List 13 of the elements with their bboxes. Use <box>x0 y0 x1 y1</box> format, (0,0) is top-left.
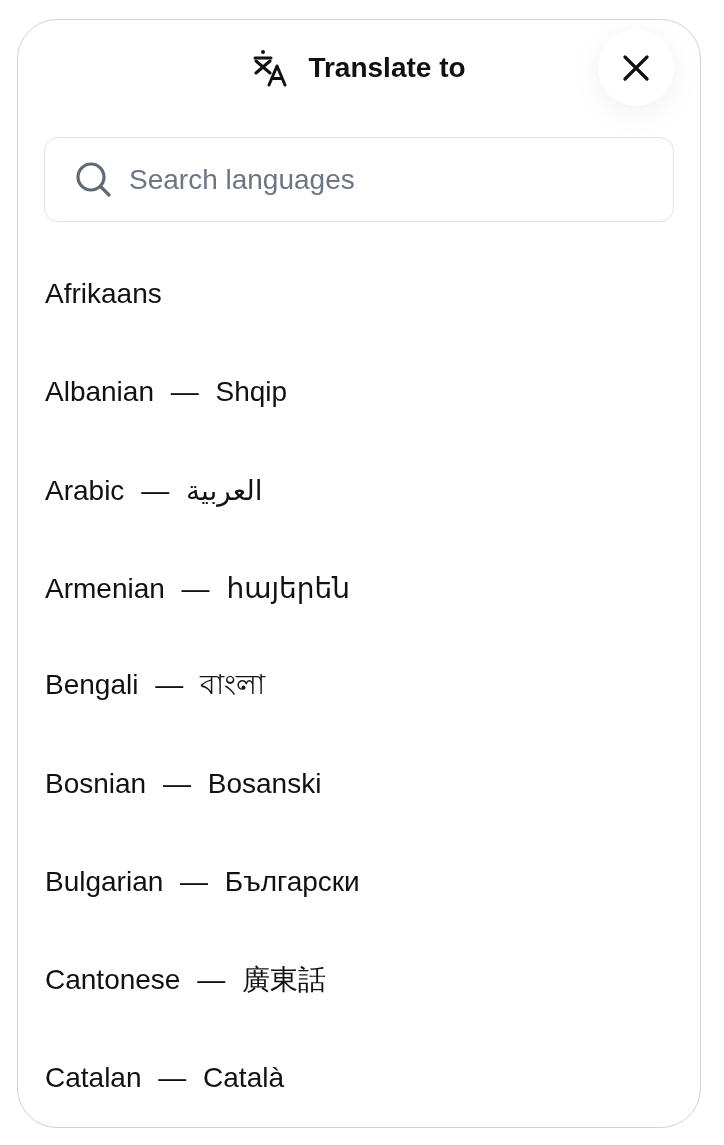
language-option[interactable]: Armenian — հայերեն <box>44 539 674 637</box>
search-icon <box>76 162 111 197</box>
close-icon <box>623 55 649 81</box>
language-option[interactable]: Bengali — বাংলা <box>44 637 674 735</box>
language-option[interactable]: Bulgarian — Български <box>44 833 674 931</box>
language-option[interactable]: Bosnian — Bosanski <box>44 735 674 833</box>
dialog-title: Translate to <box>308 52 466 84</box>
language-option[interactable]: Arabic — العربية <box>44 441 674 539</box>
language-option[interactable]: Albanian — Shqip <box>44 343 674 441</box>
language-option[interactable]: Cantonese — 廣東話 <box>44 931 674 1029</box>
language-option[interactable]: Afrikaans <box>44 245 674 343</box>
language-option[interactable]: Catalan — Català <box>44 1029 674 1127</box>
search-field[interactable]: Search languages <box>44 137 674 222</box>
